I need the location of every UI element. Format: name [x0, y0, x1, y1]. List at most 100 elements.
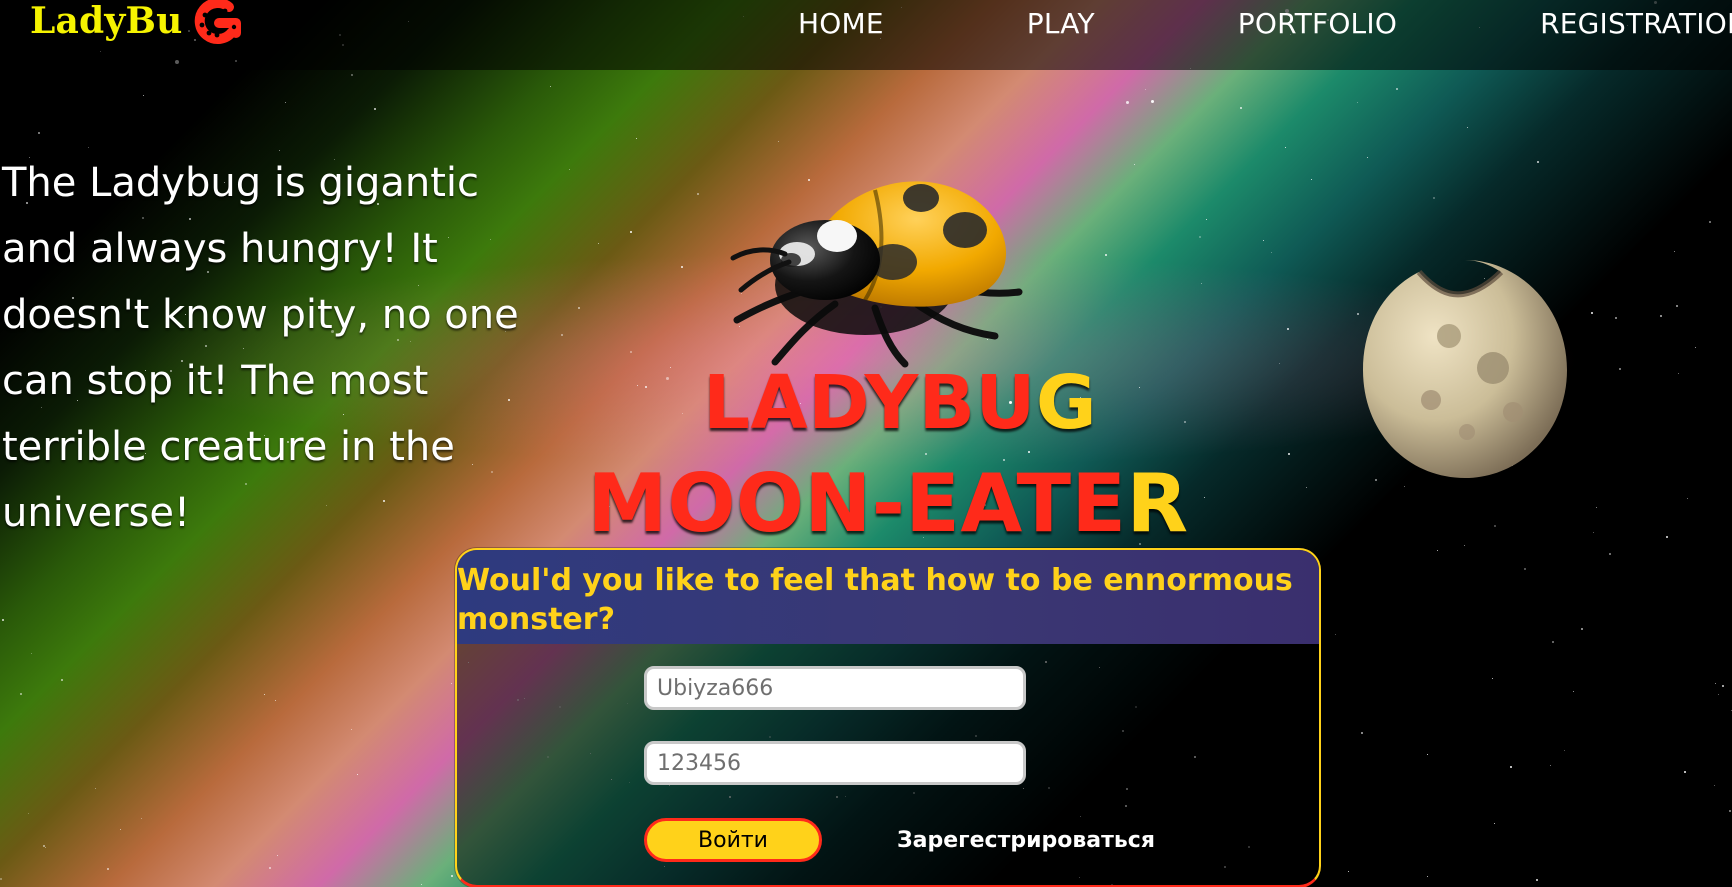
star: [636, 138, 637, 139]
star: [0, 878, 2, 880]
star: [1714, 785, 1715, 786]
star: [1184, 421, 1186, 423]
star: [1684, 771, 1686, 773]
star: [43, 845, 45, 847]
star: [1593, 532, 1594, 533]
star: [1550, 765, 1551, 766]
star: [1619, 368, 1621, 370]
star: [1695, 347, 1696, 348]
star: [1729, 810, 1731, 812]
star: [269, 867, 271, 869]
star: [1674, 251, 1675, 252]
username-input[interactable]: [644, 666, 1026, 710]
hero-intro-text: The Ladybug is gigantic and always hungr…: [2, 160, 519, 536]
star: [984, 504, 986, 506]
star: [1596, 507, 1597, 508]
star: [1718, 694, 1719, 695]
star: [1676, 305, 1678, 307]
star: [1494, 823, 1495, 824]
star: [882, 505, 883, 506]
star: [1537, 161, 1539, 163]
hero-title-line-2-gold: R: [1126, 457, 1189, 550]
star: [351, 729, 352, 730]
star: [275, 700, 276, 701]
star: [374, 108, 376, 110]
star: [1126, 101, 1129, 104]
star: [31, 653, 32, 654]
star: [1206, 219, 1207, 220]
star: [681, 266, 683, 268]
top-bar: LadyBu HOME PLAY PORTFOLIO REGISTRATION: [0, 0, 1732, 70]
star: [1609, 553, 1611, 555]
star: [1240, 107, 1242, 109]
star: [1427, 754, 1428, 755]
star: [655, 507, 657, 509]
star: [285, 102, 286, 103]
star: [1201, 283, 1202, 284]
password-input[interactable]: [644, 741, 1026, 785]
brand[interactable]: LadyBu: [30, 0, 243, 45]
star: [710, 375, 711, 376]
star: [1552, 641, 1554, 643]
star: [1524, 568, 1526, 570]
star: [1285, 147, 1286, 148]
star: [697, 193, 699, 195]
star: [1279, 363, 1280, 364]
star: [1311, 179, 1312, 180]
star: [1678, 373, 1679, 374]
nav-portfolio[interactable]: PORTFOLIO: [1238, 10, 1397, 38]
star: [1199, 236, 1201, 238]
star: [1492, 678, 1493, 679]
star: [61, 679, 63, 681]
nav-play[interactable]: PLAY: [1027, 10, 1095, 38]
star: [598, 243, 599, 244]
star: [357, 774, 358, 775]
star: [1591, 312, 1593, 314]
star: [1367, 157, 1368, 158]
star: [778, 141, 779, 142]
star: [1009, 401, 1012, 404]
star: [20, 693, 22, 695]
star: [1722, 685, 1724, 687]
ladybug-image: [715, 150, 1075, 390]
star: [670, 367, 671, 368]
star: [630, 351, 632, 353]
login-panel-header-text: Woul'd you like to feel that how to be e…: [457, 563, 1293, 637]
star: [569, 169, 570, 170]
star: [1348, 871, 1349, 872]
star: [1335, 634, 1336, 635]
login-button[interactable]: Войти: [644, 818, 822, 862]
star: [1396, 88, 1398, 90]
star: [277, 855, 278, 856]
nav-home[interactable]: HOME: [798, 10, 884, 38]
star: [1263, 240, 1264, 241]
star: [1139, 387, 1140, 388]
moon-image: [1345, 250, 1585, 490]
register-link[interactable]: Зарегестрироваться: [897, 828, 1155, 853]
nav-registration[interactable]: REGISTRATION: [1540, 10, 1732, 38]
login-panel: Woul'd you like to feel that how to be e…: [455, 548, 1321, 887]
star: [1003, 459, 1005, 461]
star: [1105, 254, 1107, 256]
star: [645, 386, 647, 388]
star: [1536, 879, 1538, 881]
star: [609, 506, 610, 507]
star: [1467, 127, 1468, 128]
star: [1564, 750, 1565, 751]
star: [925, 453, 927, 455]
star: [1288, 453, 1290, 455]
star: [264, 694, 265, 695]
star: [1271, 252, 1272, 253]
star: [1494, 525, 1496, 527]
star: [561, 334, 563, 336]
star: [1687, 498, 1688, 499]
star: [1357, 102, 1358, 103]
star: [45, 847, 46, 848]
star: [1581, 628, 1583, 630]
star: [578, 307, 580, 309]
star: [107, 868, 109, 870]
star: [1709, 221, 1711, 223]
star: [666, 377, 669, 380]
star: [1666, 536, 1668, 538]
star: [1028, 451, 1030, 453]
